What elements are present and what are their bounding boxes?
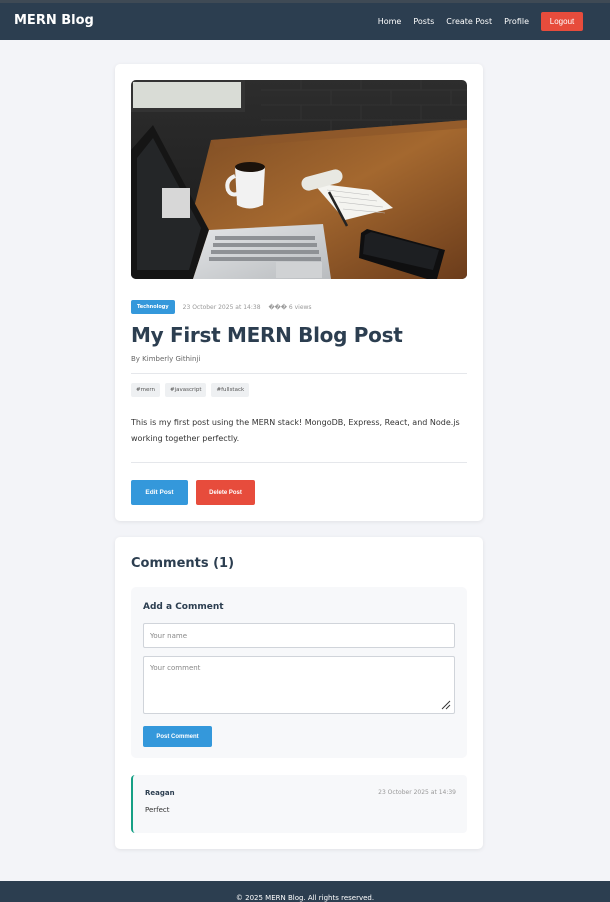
logout-button[interactable]: Logout xyxy=(541,12,583,31)
comment-textarea[interactable] xyxy=(143,656,455,714)
add-comment-form: Add a Comment Post Comment xyxy=(131,587,467,758)
brand-logo[interactable]: MERN Blog xyxy=(14,13,94,28)
nav-link-create-post[interactable]: Create Post xyxy=(446,17,492,26)
nav-link-posts[interactable]: Posts xyxy=(413,17,434,26)
add-comment-title: Add a Comment xyxy=(143,602,224,612)
comment-item: Reagan 23 October 2025 at 14:39 Perfect xyxy=(131,775,467,833)
tag-fullstack[interactable]: #fullstack xyxy=(211,383,250,397)
comments-card: Comments (1) Add a Comment Post Comment … xyxy=(115,537,483,849)
comment-text: Perfect xyxy=(145,806,170,814)
comments-heading: Comments (1) xyxy=(131,556,235,571)
name-input[interactable] xyxy=(143,623,455,648)
nav-links: Home Posts Create Post Profile Logout xyxy=(366,12,583,31)
post-comment-button[interactable]: Post Comment xyxy=(143,726,212,747)
divider xyxy=(131,462,467,463)
comment-author: Reagan xyxy=(145,789,175,797)
comment-date: 23 October 2025 at 14:39 xyxy=(378,789,456,796)
post-date: 23 October 2025 at 14:38 xyxy=(182,303,261,311)
tag-javascript[interactable]: #javascript xyxy=(165,383,207,397)
delete-post-button[interactable]: Delete Post xyxy=(196,480,255,505)
footer-copyright: © 2025 MERN Blog. All rights reserved. xyxy=(235,894,375,902)
post-card: Technology 23 October 2025 at 14:38 ��� … xyxy=(115,64,483,521)
post-author: By Kimberly Githinji xyxy=(131,355,201,363)
edit-post-button[interactable]: Edit Post xyxy=(131,480,188,505)
navbar: MERN Blog Home Posts Create Post Profile… xyxy=(0,0,610,40)
nav-link-home[interactable]: Home xyxy=(378,17,402,26)
category-badge[interactable]: Technology xyxy=(131,300,175,314)
post-cover-image xyxy=(131,80,467,279)
divider xyxy=(131,373,467,374)
post-views: ��� 6 views xyxy=(268,303,312,311)
footer: © 2025 MERN Blog. All rights reserved. xyxy=(0,881,610,902)
post-title: My First MERN Blog Post xyxy=(131,323,403,347)
post-content: This is my first post using the MERN sta… xyxy=(131,418,460,443)
resize-handle-icon[interactable] xyxy=(441,700,451,710)
post-meta: Technology 23 October 2025 at 14:38 ��� … xyxy=(131,300,312,314)
tag-mern[interactable]: #mern xyxy=(131,383,161,397)
nav-link-profile[interactable]: Profile xyxy=(504,17,529,26)
tag-list: #mern #javascript #fullstack xyxy=(131,383,254,397)
